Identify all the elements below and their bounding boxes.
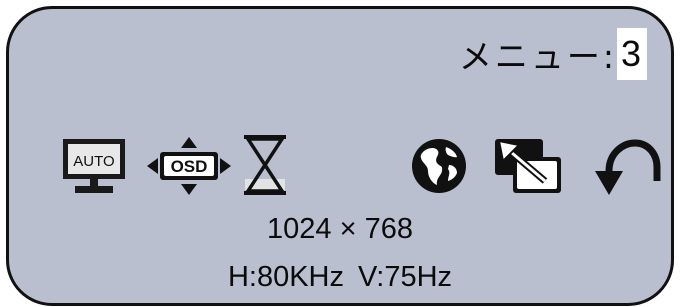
v-frequency: V:75Hz xyxy=(358,261,453,293)
hourglass-icon[interactable] xyxy=(241,134,289,196)
osd-position-icon[interactable]: OSD xyxy=(146,136,232,196)
auto-label: AUTO xyxy=(73,153,114,170)
h-frequency: H:80KHz xyxy=(227,261,344,293)
auto-adjust-icon[interactable]: AUTO xyxy=(61,137,127,195)
menu-title: メニュー: 3 xyxy=(459,28,647,80)
menu-number: 3 xyxy=(616,28,647,80)
frequency-readout: H:80KHz V:75Hz xyxy=(9,261,671,294)
globe-icon[interactable] xyxy=(410,137,468,195)
osd-menu-panel: メニュー: 3 AUTO OSD 1024 × 768 H:80KHz V:75… xyxy=(6,6,674,306)
menu-label: メニュー: xyxy=(458,37,617,76)
osd-label: OSD xyxy=(171,157,208,176)
input-select-icon[interactable] xyxy=(493,137,563,195)
resolution-readout: 1024 × 768 xyxy=(267,213,413,245)
reset-icon[interactable] xyxy=(593,135,661,197)
